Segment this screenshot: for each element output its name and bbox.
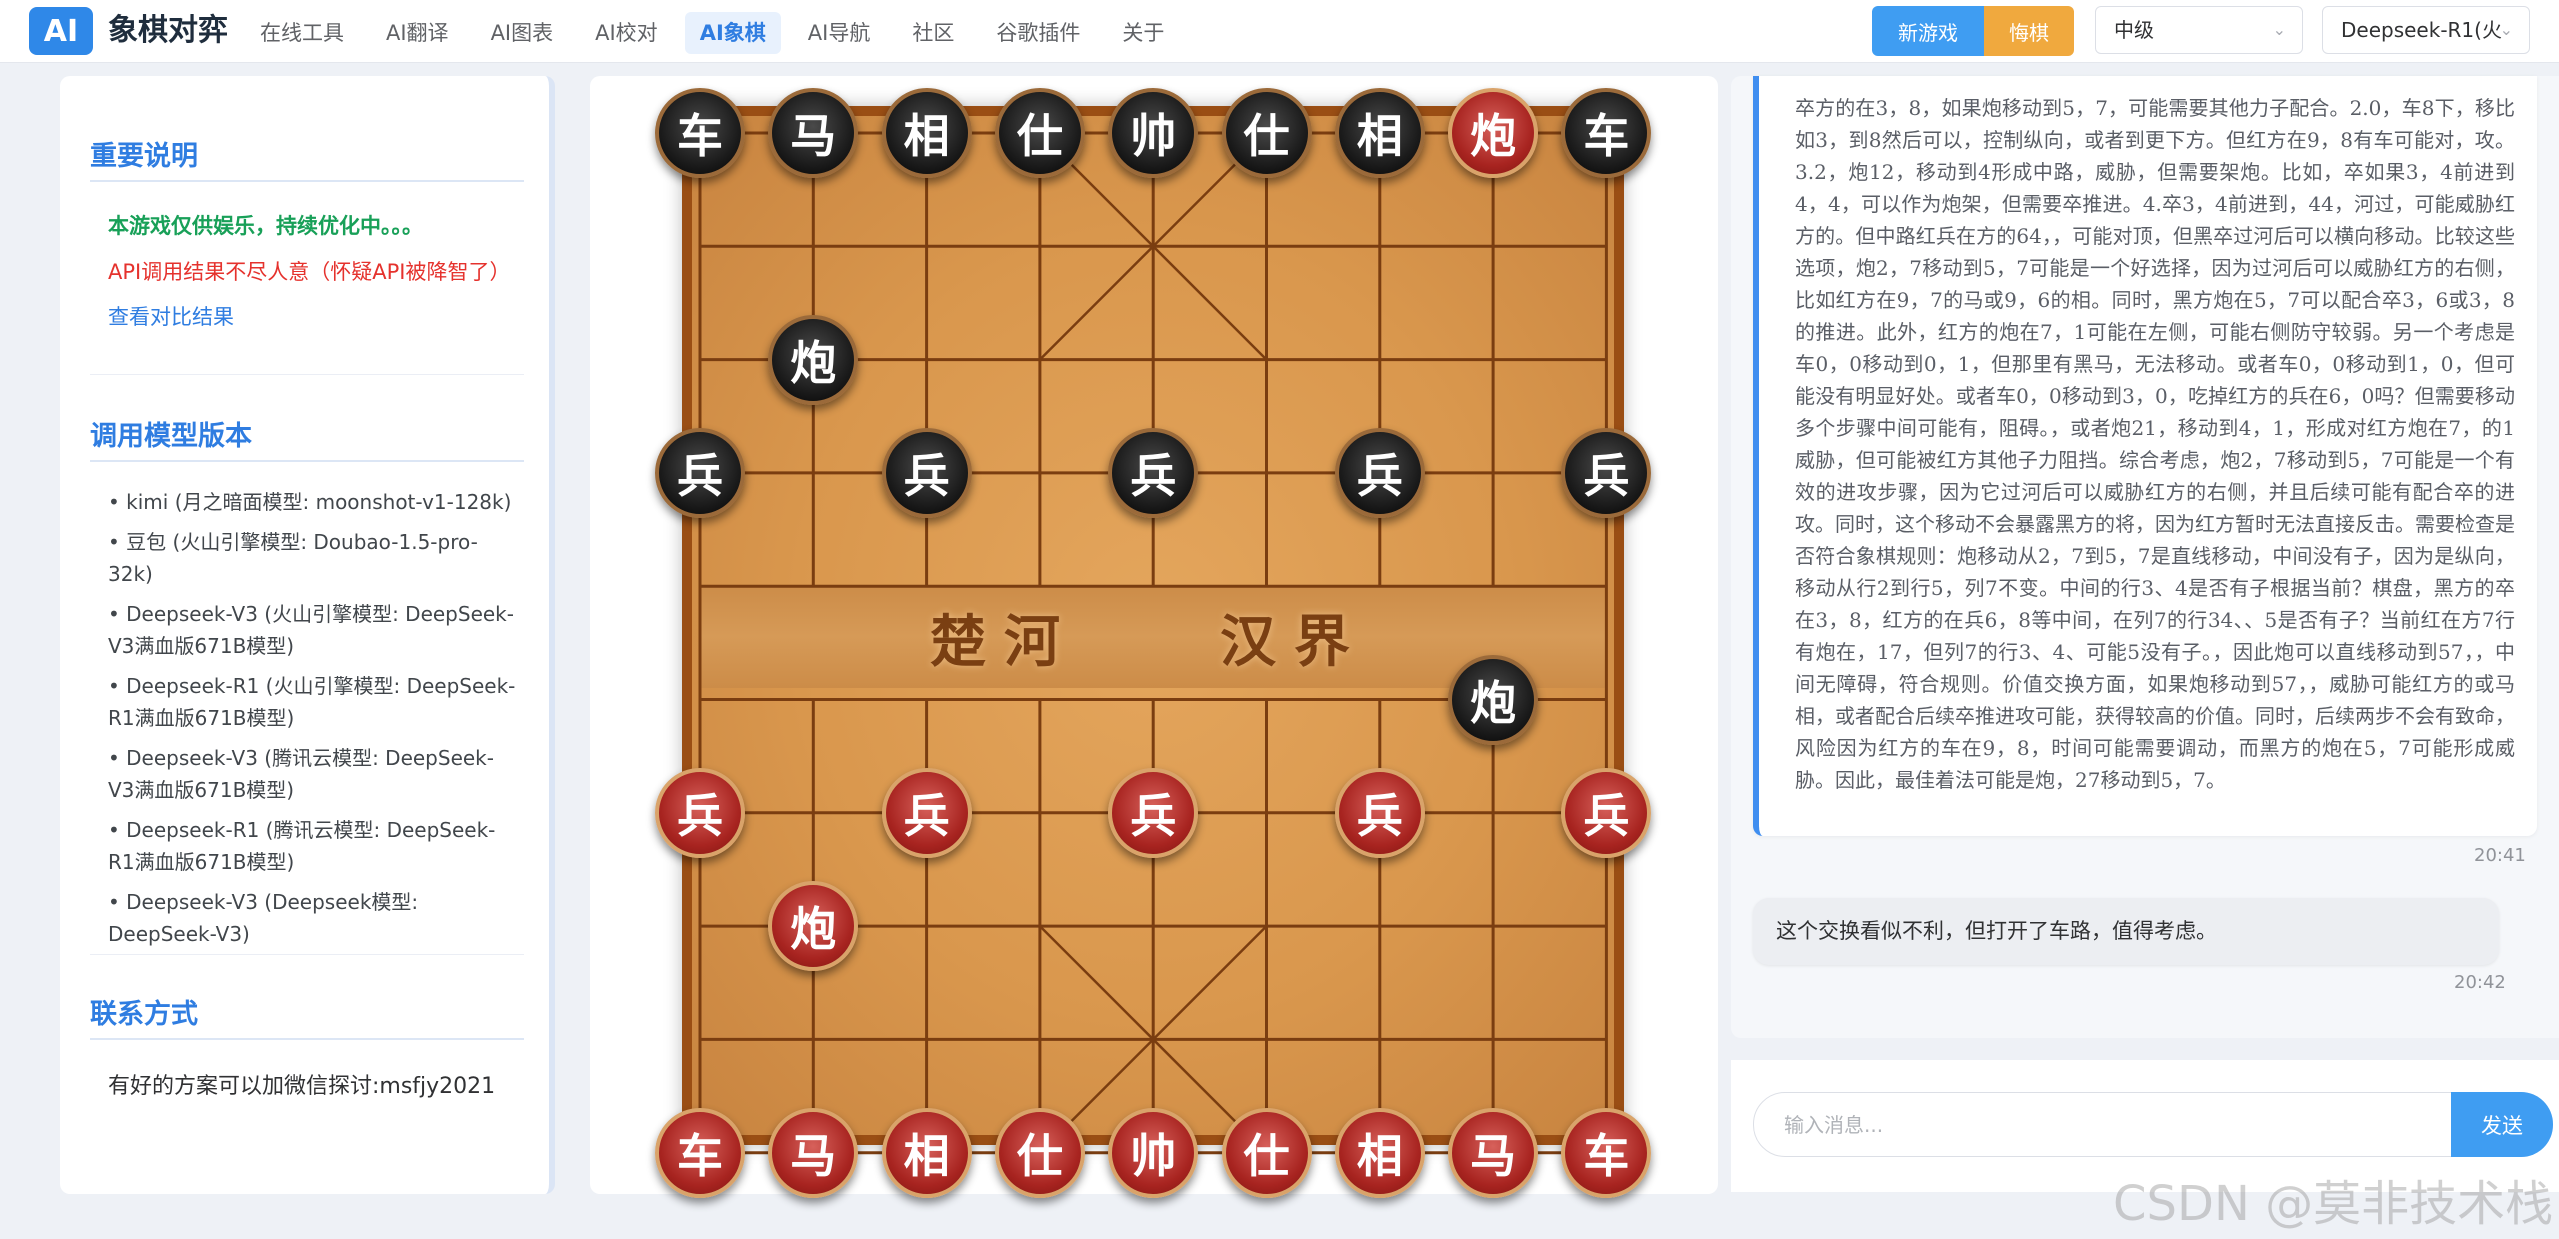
- chess-piece[interactable]: 车: [655, 88, 745, 178]
- chess-piece[interactable]: 兵: [1561, 767, 1652, 858]
- chess-piece[interactable]: 兵: [1108, 427, 1199, 518]
- chess-piece[interactable]: 兵: [655, 427, 745, 518]
- chess-piece[interactable]: 相: [1334, 88, 1425, 178]
- chess-piece[interactable]: 炮: [1448, 654, 1539, 745]
- user-message-text: 这个交换看似不利，但打开了车路，值得考虑。: [1776, 919, 2217, 943]
- chess-piece[interactable]: 仕: [994, 88, 1085, 178]
- chess-piece[interactable]: 兵: [881, 427, 972, 518]
- chess-piece[interactable]: 车: [1561, 88, 1652, 178]
- chess-piece[interactable]: 车: [655, 1107, 745, 1198]
- chess-piece[interactable]: 帅: [1108, 1107, 1199, 1198]
- chess-piece[interactable]: 仕: [1221, 88, 1312, 178]
- chess-piece[interactable]: 仕: [994, 1107, 1085, 1198]
- chess-piece[interactable]: 相: [1334, 1107, 1425, 1198]
- chess-piece[interactable]: 车: [1561, 1107, 1652, 1198]
- ai-message-text: 卒方的在3，8，如果炮移动到5，7，可能需要其他力子配合。2.0，车8下，移比如…: [1795, 96, 2515, 792]
- chess-piece[interactable]: 马: [1448, 1107, 1539, 1198]
- chess-piece[interactable]: 相: [881, 88, 972, 178]
- chess-piece[interactable]: 相: [881, 1107, 972, 1198]
- chess-piece[interactable]: 马: [768, 1107, 859, 1198]
- chat-input[interactable]: [1753, 1092, 2453, 1157]
- send-button[interactable]: 发送: [2451, 1092, 2553, 1157]
- chess-piece[interactable]: 兵: [655, 767, 745, 858]
- chess-piece[interactable]: 炮: [768, 881, 859, 972]
- chess-piece[interactable]: 兵: [1334, 427, 1425, 518]
- chess-piece[interactable]: 帅: [1108, 88, 1199, 178]
- chess-piece[interactable]: 马: [768, 88, 859, 178]
- chess-piece[interactable]: 炮: [1448, 88, 1539, 178]
- user-message-time: 20:42: [2454, 972, 2506, 993]
- chess-piece[interactable]: 炮: [768, 314, 859, 405]
- ai-message-time: 20:41: [2474, 845, 2526, 866]
- chess-piece[interactable]: 兵: [1561, 427, 1652, 518]
- chess-piece[interactable]: 仕: [1221, 1107, 1312, 1198]
- watermark: CSDN @莫非技术栈: [2113, 1176, 2554, 1232]
- chess-piece[interactable]: 兵: [1334, 767, 1425, 858]
- chess-piece[interactable]: 兵: [1108, 767, 1199, 858]
- chess-piece[interactable]: 兵: [881, 767, 972, 858]
